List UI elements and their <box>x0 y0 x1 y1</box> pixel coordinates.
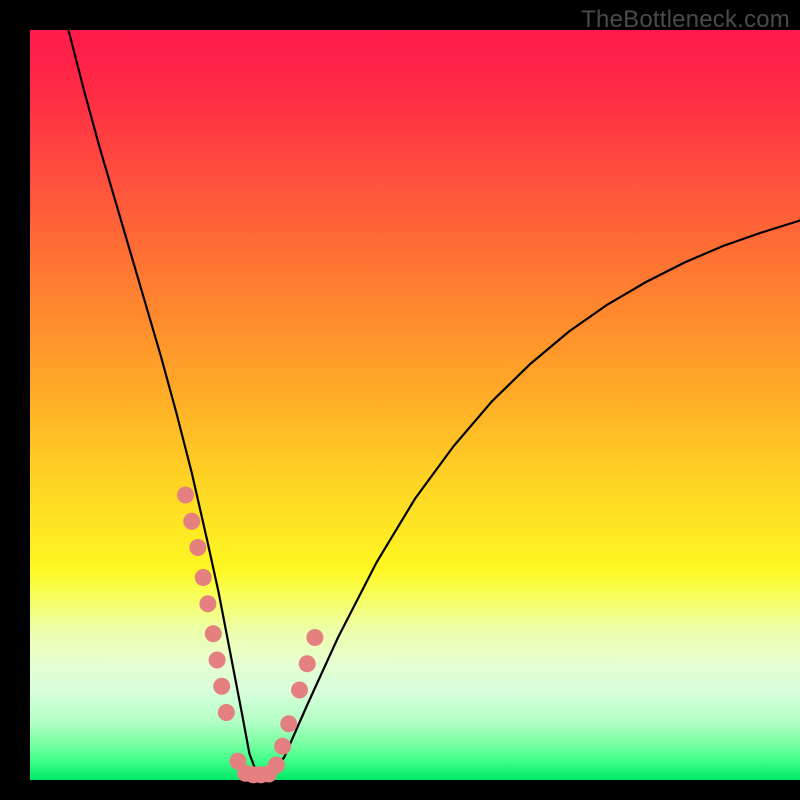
data-dot <box>280 715 297 732</box>
curve-layer <box>30 30 800 780</box>
chart-frame: TheBottleneck.com <box>0 0 800 800</box>
data-dot <box>218 704 235 721</box>
left-branch-dots <box>177 487 269 784</box>
data-dot <box>195 569 212 586</box>
data-dot <box>177 487 194 504</box>
right-branch-dots <box>260 629 323 783</box>
data-dot <box>183 513 200 530</box>
data-dot <box>205 625 222 642</box>
data-dot <box>306 629 323 646</box>
data-dot <box>299 655 316 672</box>
data-dot <box>274 738 291 755</box>
watermark-text: TheBottleneck.com <box>581 6 790 34</box>
data-dot <box>291 682 308 699</box>
plot-area <box>30 30 800 780</box>
data-dot <box>209 652 226 669</box>
data-dot <box>213 678 230 695</box>
bottleneck-curve <box>69 30 800 775</box>
data-dot <box>199 595 216 612</box>
data-dot <box>268 757 285 774</box>
data-dot <box>189 539 206 556</box>
